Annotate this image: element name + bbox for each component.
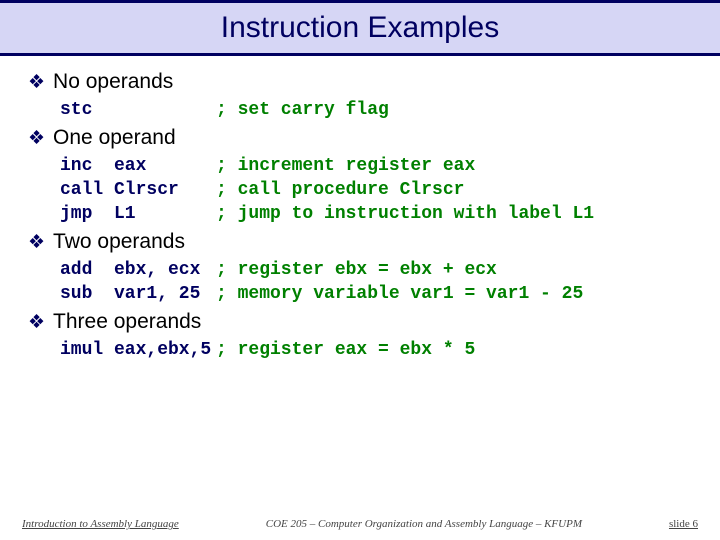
code-line: subvar1, 25; memory variable var1 = var1… (60, 284, 692, 304)
code-comment: ; set carry flag (216, 100, 389, 120)
code-comment: ; jump to instruction with label L1 (216, 204, 594, 224)
footer-left: Introduction to Assembly Language (22, 518, 179, 530)
section-heading: One operand (28, 126, 692, 150)
code-comment: ; register eax = ebx * 5 (216, 340, 475, 360)
code-line: imuleax,ebx,5; register eax = ebx * 5 (60, 340, 692, 360)
code-op: jmp (60, 204, 114, 224)
section-heading: No operands (28, 70, 692, 94)
slide-footer: Introduction to Assembly Language COE 20… (0, 511, 720, 540)
slide-title: Instruction Examples (0, 0, 720, 56)
code-op: sub (60, 284, 114, 304)
footer-right: slide 6 (669, 518, 698, 530)
code-line: callClrscr; call procedure Clrscr (60, 180, 692, 200)
footer-center: COE 205 – Computer Organization and Asse… (179, 518, 669, 530)
slide-content: No operands stc ; set carry flag One oper… (0, 70, 720, 360)
code-op: call (60, 180, 114, 200)
code-op: inc (60, 156, 114, 176)
code-op: add (60, 260, 114, 280)
code-op: stc (60, 100, 114, 120)
code-line: stc ; set carry flag (60, 100, 692, 120)
code-arg (114, 100, 216, 120)
code-arg: eax (114, 156, 216, 176)
code-comment: ; memory variable var1 = var1 - 25 (216, 284, 583, 304)
code-comment: ; increment register eax (216, 156, 475, 176)
section-heading: Two operands (28, 230, 692, 254)
code-line: inceax; increment register eax (60, 156, 692, 176)
code-arg: var1, 25 (114, 284, 216, 304)
code-line: jmpL1; jump to instruction with label L1 (60, 204, 692, 224)
section-heading: Three operands (28, 310, 692, 334)
code-arg: eax,ebx,5 (114, 340, 216, 360)
code-arg: Clrscr (114, 180, 216, 200)
code-comment: ; call procedure Clrscr (216, 180, 464, 200)
code-arg: L1 (114, 204, 216, 224)
code-line: addebx, ecx; register ebx = ebx + ecx (60, 260, 692, 280)
code-arg: ebx, ecx (114, 260, 216, 280)
code-op: imul (60, 340, 114, 360)
code-comment: ; register ebx = ebx + ecx (216, 260, 497, 280)
